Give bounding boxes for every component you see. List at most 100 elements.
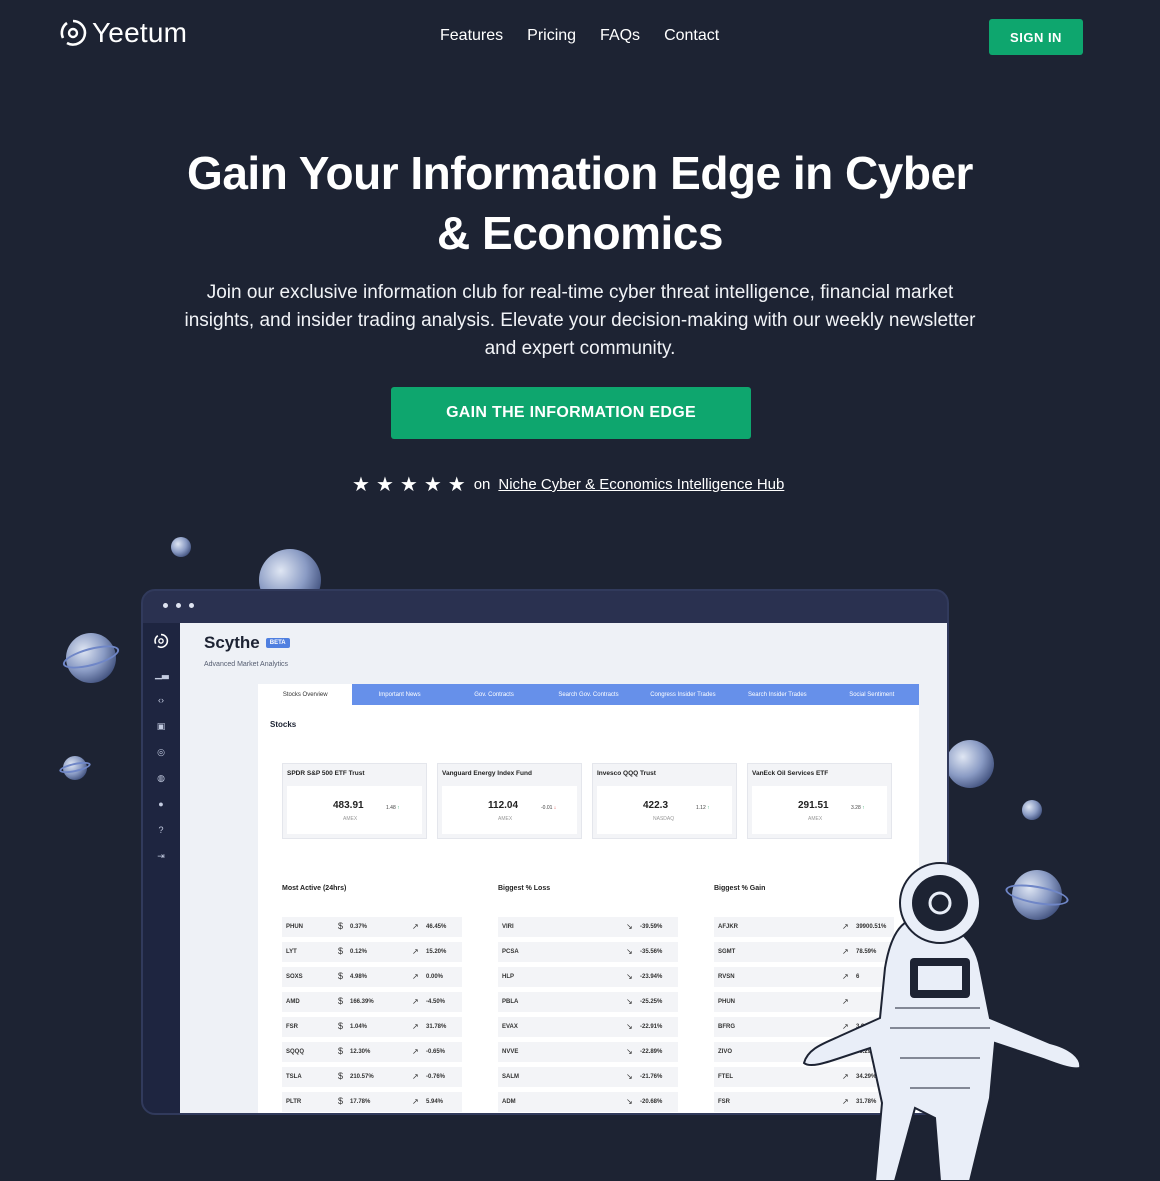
target-icon[interactable]: ◎ (155, 746, 167, 758)
app-tabs: Stocks Overview Important News Gov. Cont… (258, 684, 919, 705)
row-change: -4.50% (426, 999, 446, 1005)
row-ticker: PCSA (502, 949, 519, 955)
stock-card[interactable]: VanEck Oil Services ETF 291.51 AMEX 3.28 ↑ (747, 763, 892, 839)
row-volume: 12.30% (350, 1049, 371, 1055)
table-row[interactable]: VIRI ↘ -39.59% (498, 915, 678, 940)
globe-icon[interactable]: ◍ (155, 772, 167, 784)
nav-link-faqs[interactable]: FAQs (600, 27, 640, 45)
help-icon[interactable]: ? (155, 824, 167, 836)
stock-card-body: 112.04 AMEX -0.01 ↓ (442, 786, 577, 834)
trend-down-icon: ↘ (626, 1072, 633, 1081)
dollar-icon: $ (338, 946, 344, 956)
nav-link-contact[interactable]: Contact (664, 27, 719, 45)
stock-card-change: 1.12 ↑ (696, 805, 710, 811)
table-row[interactable]: NVVE ↘ -22.89% (498, 1040, 678, 1065)
tab-search-gov-contracts[interactable]: Search Gov. Contracts (541, 684, 635, 705)
stock-card[interactable]: Invesco QQQ Trust 422.3 NASDAQ 1.12 ↑ (592, 763, 737, 839)
table-row[interactable]: ADM ↘ -20.68% (498, 1090, 678, 1113)
nav-link-features[interactable]: Features (440, 27, 503, 45)
table-row[interactable]: EVAX ↘ -22.91% (498, 1015, 678, 1040)
trend-down-icon: ↘ (626, 972, 633, 981)
table-row[interactable]: PLTR $17.78% ↗ 5.94% (282, 1090, 462, 1113)
trend-up-icon: ↗ (412, 997, 419, 1006)
row-volume: 1.04% (350, 1024, 368, 1030)
rating-on-text: on (473, 476, 491, 493)
biggest-loss-list: Biggest % Loss VIRI ↘ -39.59% PCSA ↘ -35.56% HL… (498, 885, 678, 1113)
row-ticker: SOXS (286, 974, 303, 980)
star-icon: ★ (423, 474, 442, 496)
trend-up-icon: ↗ (412, 1047, 419, 1056)
stock-card[interactable]: SPDR S&P 500 ETF Trust 483.91 AMEX 1.48 ↑ (282, 763, 427, 839)
book-icon[interactable]: ▣ (155, 720, 167, 732)
rating-link[interactable]: Niche Cyber & Economics Intelligence Hub (498, 476, 784, 493)
trend-down-icon: ↘ (626, 922, 633, 931)
tab-important-news[interactable]: Important News (352, 684, 446, 705)
trend-up-icon: ↗ (412, 947, 419, 956)
sign-in-button[interactable]: SIGN IN (989, 19, 1083, 55)
dollar-icon: $ (338, 1046, 344, 1056)
row-change: -22.89% (640, 1049, 663, 1055)
stock-card-change-value: -0.01 (541, 805, 553, 811)
row-change: -22.91% (640, 1024, 663, 1030)
tab-search-insider-trades[interactable]: Search Insider Trades (730, 684, 824, 705)
stock-card-price: 483.91 (333, 800, 364, 811)
row-ticker: TSLA (286, 1074, 302, 1080)
hero-title-line2: & Economics (437, 207, 723, 259)
star-icon: ★ (447, 474, 466, 496)
app-logo-icon (153, 633, 169, 649)
row-ticker: HLP (502, 974, 514, 980)
arrow-up-icon: ↑ (395, 805, 400, 811)
row-change: -25.25% (640, 999, 663, 1005)
most-active-list: Most Active (24hrs) PHUN $0.37% ↗ 46.45% LYT $… (282, 885, 462, 1113)
row-change: 31.78% (426, 1024, 447, 1030)
row-ticker: SQQQ (286, 1049, 305, 1055)
row-ticker: AFJKR (718, 924, 739, 930)
row-change: 46.45% (426, 924, 447, 930)
row-ticker: FTEL (718, 1074, 733, 1080)
panel-heading: Stocks (270, 720, 297, 729)
row-ticker: FSR (718, 1099, 730, 1105)
row-ticker: SALM (502, 1074, 519, 1080)
logout-icon[interactable]: ⇥ (155, 850, 167, 862)
row-volume: 17.78% (350, 1099, 371, 1105)
table-row[interactable]: PBLA ↘ -25.25% (498, 990, 678, 1015)
table-row[interactable]: SQQQ $12.30% ↗ -0.65% (282, 1040, 462, 1065)
cta-button[interactable]: GAIN THE INFORMATION EDGE (391, 387, 751, 439)
table-row[interactable]: TSLA $210.57% ↗ -0.76% (282, 1065, 462, 1090)
row-change: -39.59% (640, 924, 663, 930)
planet-icon (946, 740, 994, 788)
table-row[interactable]: HLP ↘ -23.94% (498, 965, 678, 990)
tab-congress-insider-trades[interactable]: Congress Insider Trades (636, 684, 730, 705)
logo[interactable]: Yeetum (58, 17, 187, 49)
row-change: 5.94% (426, 1099, 444, 1105)
table-row[interactable]: SALM ↘ -21.76% (498, 1065, 678, 1090)
tab-gov-contracts[interactable]: Gov. Contracts (447, 684, 541, 705)
table-row[interactable]: AMD $166.39% ↗ -4.50% (282, 990, 462, 1015)
user-icon[interactable]: ● (155, 798, 167, 810)
stock-card-change-value: 3.28 (851, 805, 861, 811)
tab-stocks-overview[interactable]: Stocks Overview (258, 684, 353, 705)
table-row[interactable]: LYT $0.12% ↗ 15.20% (282, 940, 462, 965)
stock-card-change: 1.48 ↑ (386, 805, 400, 811)
row-volume: 4.98% (350, 974, 368, 980)
stock-card-change: 3.28 ↑ (851, 805, 865, 811)
list-heading: Most Active (24hrs) (282, 885, 347, 892)
dollar-icon: $ (338, 971, 344, 981)
tab-social-sentiment[interactable]: Social Sentiment (825, 684, 919, 705)
trend-down-icon: ↘ (626, 1022, 633, 1031)
table-row[interactable]: SOXS $4.98% ↗ 0.00% (282, 965, 462, 990)
table-row[interactable]: PHUN $0.37% ↗ 46.45% (282, 915, 462, 940)
dollar-icon: $ (338, 1096, 344, 1106)
table-row[interactable]: PCSA ↘ -35.56% (498, 940, 678, 965)
nav-link-pricing[interactable]: Pricing (527, 27, 576, 45)
stock-card-body: 483.91 AMEX 1.48 ↑ (287, 786, 422, 834)
top-nav: Yeetum Features Pricing FAQs Contact SIG… (0, 0, 1160, 74)
code-icon[interactable]: ‹› (155, 694, 167, 706)
table-row[interactable]: FSR $1.04% ↗ 31.78% (282, 1015, 462, 1040)
trend-up-icon: ↗ (412, 1072, 419, 1081)
row-ticker: LYT (286, 949, 297, 955)
arrow-down-icon: ↓ (552, 805, 557, 811)
stock-card[interactable]: Vanguard Energy Index Fund 112.04 AMEX -0.0… (437, 763, 582, 839)
app-sidebar: ▁▃ ‹› ▣ ◎ ◍ ● ? ⇥ (143, 623, 180, 1113)
chart-icon[interactable]: ▁▃ (155, 668, 169, 680)
